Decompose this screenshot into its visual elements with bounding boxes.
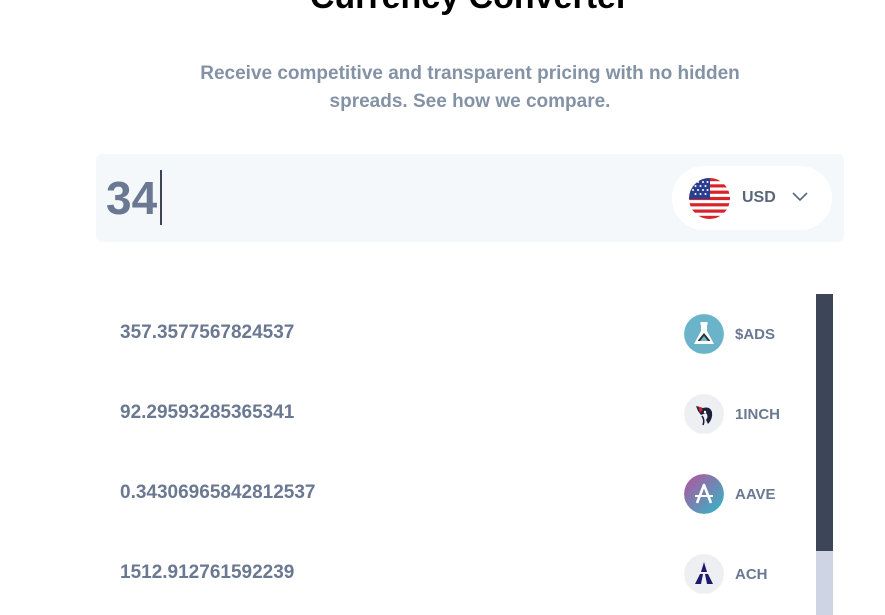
scrollbar-thumb[interactable] — [816, 294, 833, 551]
subtitle-line-1: Receive competitive and transparent pric… — [200, 63, 740, 84]
converted-value: 1512.912761592239 — [120, 562, 295, 583]
currency-select[interactable]: USD — [672, 166, 832, 230]
token-symbol: AAVE — [735, 486, 776, 503]
converter-panel: USD — [96, 154, 844, 242]
ach-icon — [684, 554, 724, 594]
amount-input[interactable] — [106, 168, 606, 228]
text-caret — [160, 170, 162, 225]
currency-code: USD — [742, 189, 776, 206]
conversion-results-list[interactable]: 357.3577567824537 $ADS 92.29593285365341… — [96, 294, 833, 615]
token-symbol: $ADS — [735, 326, 776, 343]
token-symbol: 1INCH — [735, 406, 781, 423]
converted-value: 357.3577567824537 — [120, 322, 295, 343]
us-flag-icon — [689, 178, 730, 219]
page-subtitle: Receive competitive and transparent pric… — [180, 60, 760, 116]
token-symbol: ACH — [735, 566, 768, 583]
converted-value: 0.34306965842812537 — [120, 482, 316, 503]
list-item: 92.29593285365341 1INCH — [96, 374, 816, 454]
list-item: 0.34306965842812537 AAVE — [96, 454, 816, 534]
aave-icon — [684, 474, 724, 514]
subtitle-line-2: spreads. See how we compare. — [329, 91, 611, 112]
list-item: 1512.912761592239 ACH — [96, 534, 816, 614]
1inch-unicorn-icon — [684, 394, 724, 434]
chevron-down-icon — [792, 192, 808, 202]
ads-flask-icon — [684, 314, 724, 354]
scrollbar-track[interactable] — [816, 294, 833, 615]
converted-value: 92.29593285365341 — [120, 402, 295, 423]
list-item: 357.3577567824537 $ADS — [96, 294, 816, 374]
page-title: Currency Converter — [0, 0, 885, 17]
